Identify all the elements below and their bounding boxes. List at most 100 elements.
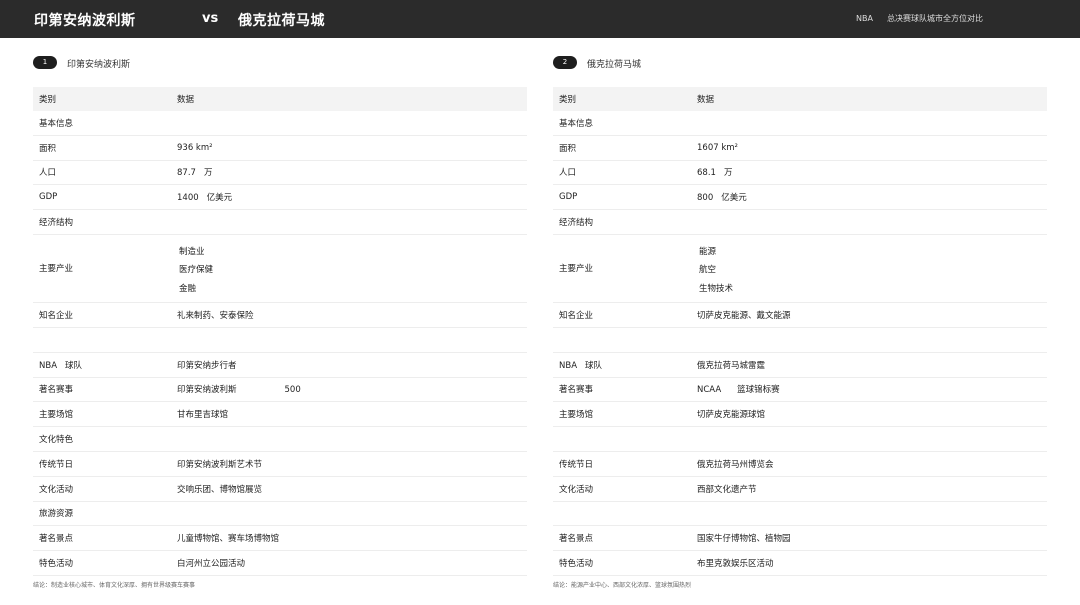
table-row-industries: 主要产业 能源 航空 生物技术	[553, 235, 1047, 303]
row-label: 主要产业	[39, 264, 74, 275]
table-header-row: 类别 数据	[553, 87, 1047, 111]
header-vs: vs	[202, 11, 219, 26]
header-bar: 印第安纳波利斯 vs 俄克拉荷马城 NBA 总决赛球队城市全方位对比	[0, 0, 1080, 38]
section-basic-info: 基本信息	[553, 111, 1047, 136]
row-label: 知名企业	[39, 310, 74, 321]
row-value: 西部文化遗产节	[697, 484, 757, 495]
panel-title: 印第安纳波利斯	[67, 60, 131, 70]
industry-list: 能源 航空 生物技术	[699, 243, 733, 299]
row-label: 著名赛事	[559, 385, 594, 396]
list-item: 生物技术	[699, 283, 734, 294]
row-value: 印第安纳波利斯艺术节	[177, 459, 263, 470]
row-value: 甘布里吉球馆	[177, 410, 229, 421]
row-value: 俄克拉荷马城雷霆	[697, 360, 766, 371]
industry-list: 制造业 医疗保健 金融	[179, 243, 213, 299]
col-data-header: 数据	[697, 95, 715, 105]
panel-number-badge: 2	[553, 56, 577, 69]
table-row-activity: 文化活动 西部文化遗产节	[553, 477, 1047, 502]
section-basic-info: 基本信息	[33, 111, 527, 136]
row-label: 面积	[559, 143, 577, 154]
table-row-team: NBA 球队 俄克拉荷马城雷霆	[553, 353, 1047, 378]
table-row-industries: 主要产业 制造业 医疗保健 金融	[33, 235, 527, 303]
table-row-gdp: GDP 1400 亿美元	[33, 185, 527, 211]
population-number: 68.1	[697, 168, 716, 179]
team-label: 球队	[65, 360, 83, 371]
table-row-area: 面积 1607 km²	[553, 136, 1047, 161]
row-label: 文化活动	[559, 484, 594, 495]
row-label: GDP	[39, 192, 58, 203]
table-row-festival: 传统节日 印第安纳波利斯艺术节	[33, 452, 527, 477]
row-label: 主要场馆	[559, 410, 594, 421]
row-value: 1607 km²	[697, 142, 738, 153]
row-label: NBA 球队	[559, 359, 602, 371]
table-row-events: 著名赛事 印第安纳波利斯 500	[33, 378, 527, 403]
team-prefix: NBA	[39, 360, 58, 371]
col-category-header: 类别	[39, 95, 57, 105]
population-number: 87.7	[177, 168, 196, 179]
table-row-special: 特色活动 布里克敦娱乐区活动	[553, 551, 1047, 576]
row-value: 白河州立公园活动	[177, 559, 246, 570]
table-row-activity: 文化活动 交响乐团、博物馆展览	[33, 477, 527, 502]
row-label: 传统节日	[559, 459, 594, 470]
header-city-b: 俄克拉荷马城	[238, 13, 325, 29]
section-tourism: 旅游资源	[33, 502, 527, 527]
table-row-special: 特色活动 白河州立公园活动	[33, 551, 527, 576]
list-item: 金融	[179, 283, 197, 294]
events-value-a: 印第安纳波利斯	[177, 385, 237, 396]
row-label: 主要场馆	[39, 410, 74, 421]
table-header-row: 类别 数据	[33, 87, 527, 111]
population-unit: 万	[203, 168, 213, 179]
row-value: 交响乐团、博物馆展览	[177, 484, 263, 495]
table-row-team: NBA 球队 印第安纳步行者	[33, 353, 527, 378]
row-label: 人口	[39, 168, 57, 179]
row-value: 礼来制药、安泰保险	[177, 310, 254, 321]
section-label: 文化特色	[39, 435, 74, 446]
row-label: 文化活动	[39, 484, 74, 495]
row-value: 切萨皮克能源、戴文能源	[697, 310, 791, 321]
gdp-unit: 亿美元	[206, 193, 233, 204]
row-label: 著名景点	[559, 534, 594, 545]
row-value: 切萨皮克能源球馆	[697, 410, 766, 421]
row-label: GDP	[559, 192, 578, 203]
comparison-table: 类别 数据 基本信息 面积 1607 km² 人口 68.1 万 GDP 800 亿…	[553, 87, 1047, 576]
panel-number-badge: 1	[33, 56, 57, 69]
table-row-festival: 传统节日 俄克拉荷马州博览会	[553, 452, 1047, 477]
row-label: 知名企业	[559, 310, 594, 321]
section-sports	[33, 328, 527, 353]
header-city-a: 印第安纳波利斯	[34, 13, 136, 29]
events-value-a: NCAA	[697, 385, 722, 396]
list-item: 医疗保健	[179, 265, 214, 276]
section-label: 基本信息	[39, 118, 74, 129]
header-league-info: NBA 总决赛球队城市全方位对比	[856, 13, 983, 24]
comparison-table: 类别 数据 基本信息 面积 936 km² 人口 87.7 万 GDP 1400 亿…	[33, 87, 527, 576]
row-label: 人口	[559, 168, 577, 179]
header-league: NBA	[856, 14, 873, 23]
table-row-population: 人口 68.1 万	[553, 161, 1047, 186]
col-category-header: 类别	[559, 95, 577, 105]
table-row-companies: 知名企业 切萨皮克能源、戴文能源	[553, 303, 1047, 328]
table-row-population: 人口 87.7 万	[33, 161, 527, 186]
row-value: 800 亿美元	[697, 191, 747, 203]
row-label: 特色活动	[39, 559, 74, 570]
section-economy: 经济结构	[553, 210, 1047, 235]
section-culture: 文化特色	[33, 427, 527, 452]
list-item: 能源	[699, 246, 717, 257]
row-value: 1400 亿美元	[177, 191, 232, 203]
population-unit: 万	[723, 168, 733, 179]
row-value: 印第安纳步行者	[177, 360, 237, 371]
section-label: 基本信息	[559, 118, 594, 129]
row-value: 68.1 万	[697, 166, 732, 178]
table-row-arena: 主要场馆 切萨皮克能源球馆	[553, 402, 1047, 428]
row-value: 印第安纳波利斯 500	[177, 383, 301, 395]
table-row-area: 面积 936 km²	[33, 136, 527, 161]
gdp-number: 800	[697, 193, 714, 204]
section-culture	[553, 427, 1047, 452]
row-value: 国家牛仔博物馆、植物园	[697, 534, 791, 545]
gdp-unit: 亿美元	[721, 193, 747, 204]
section-label: 经济结构	[39, 218, 74, 229]
row-value: 布里克敦娱乐区活动	[697, 559, 774, 570]
row-label: 主要产业	[559, 264, 594, 275]
row-value: 87.7 万	[177, 166, 212, 178]
gdp-number: 1400	[177, 193, 199, 204]
header-subtitle: 总决赛球队城市全方位对比	[886, 14, 983, 23]
